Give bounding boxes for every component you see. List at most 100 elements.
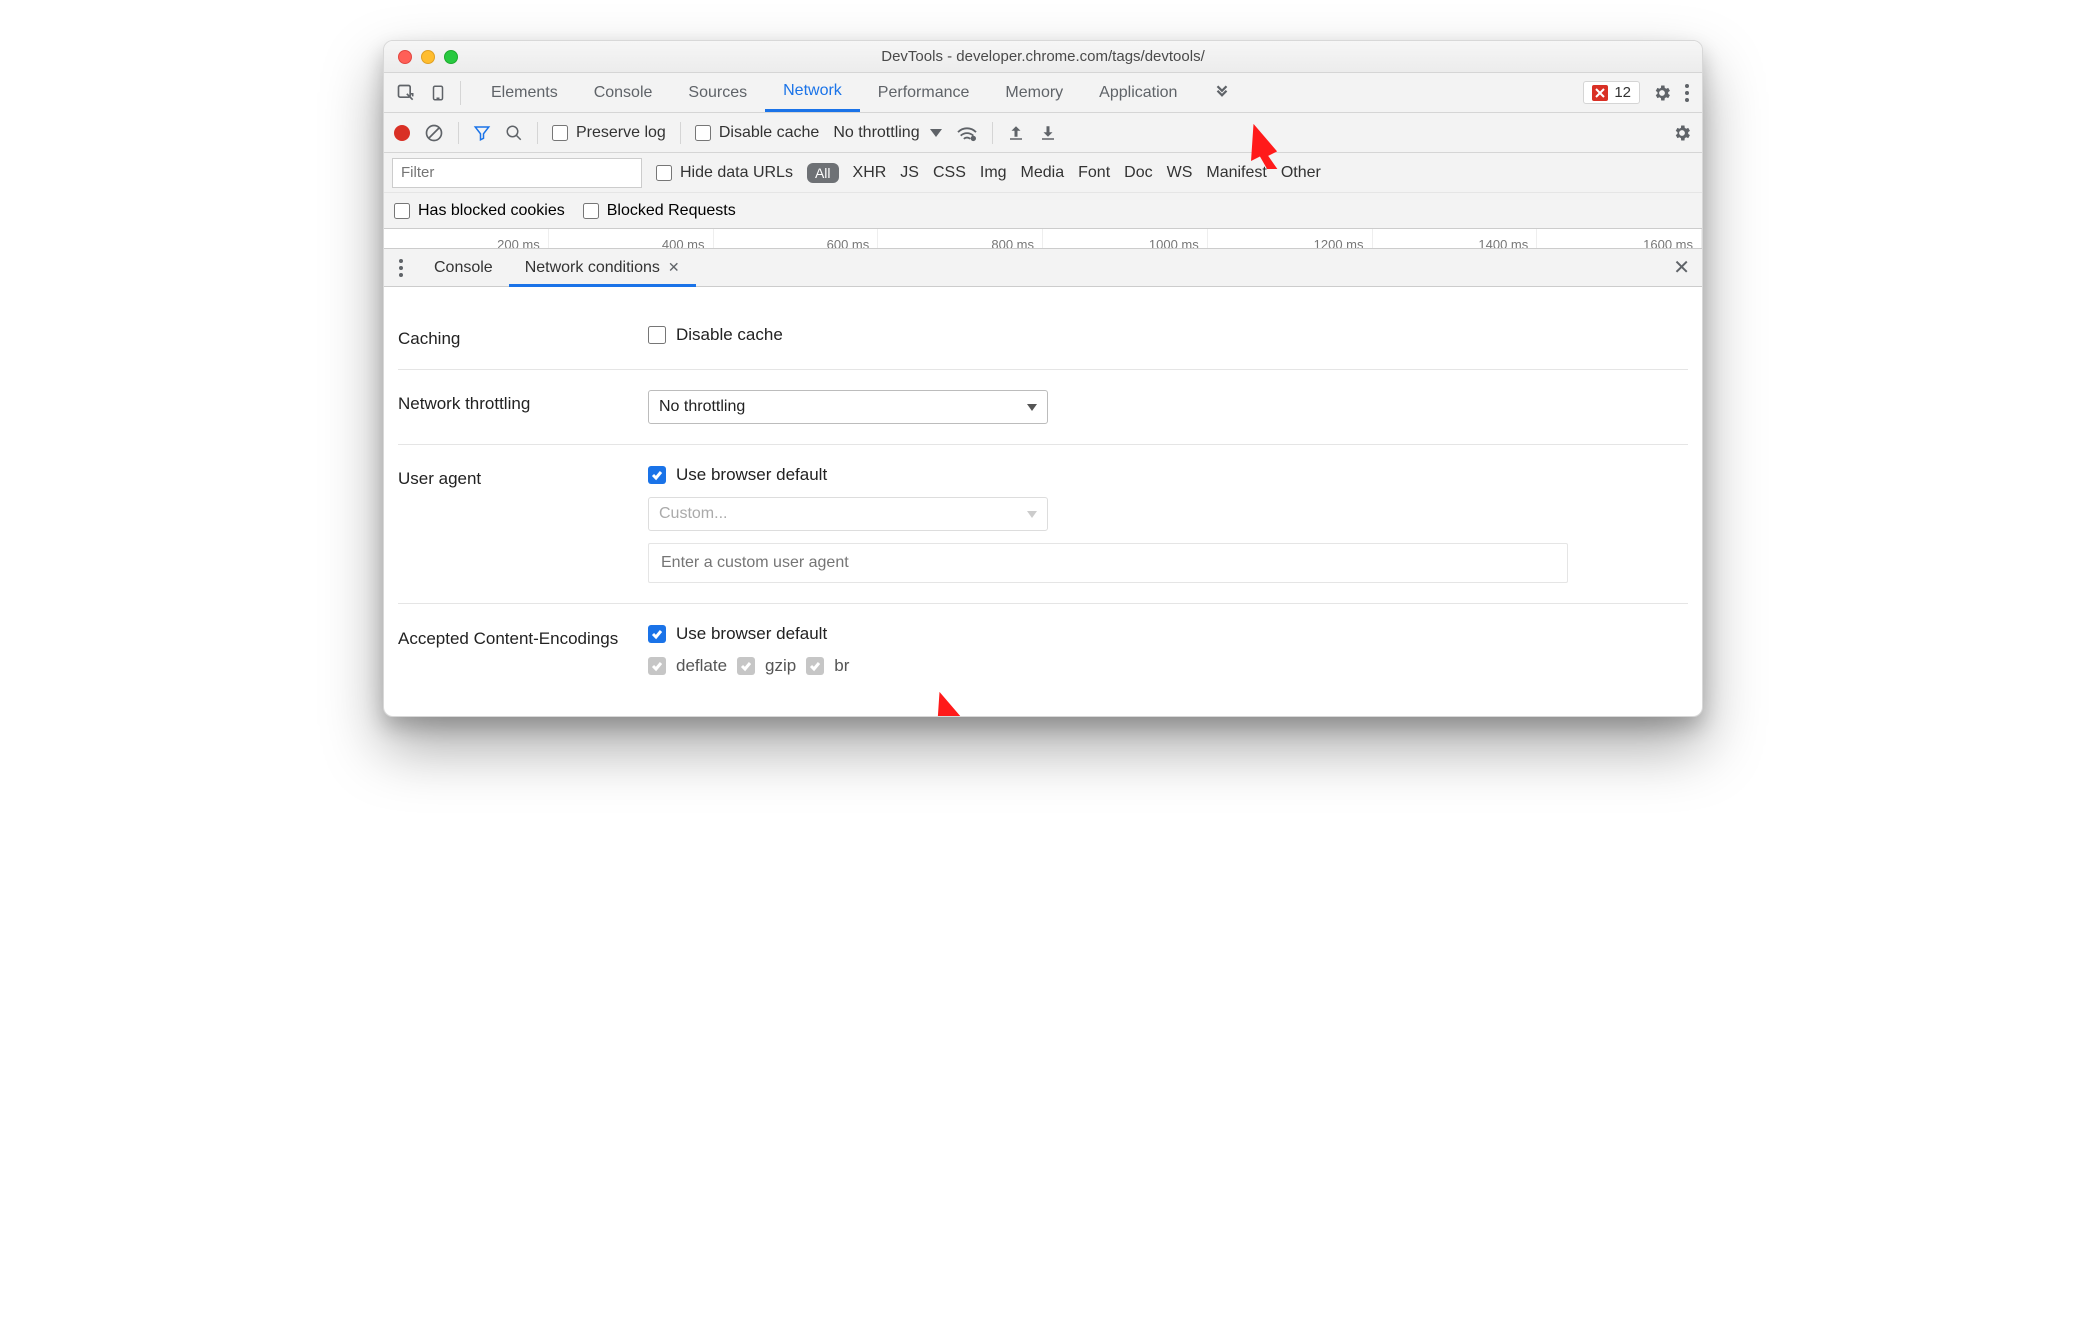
throttling-select[interactable]: No throttling [648, 390, 1048, 424]
ua-use-default[interactable]: Use browser default [648, 465, 1688, 485]
filter-type-font[interactable]: Font [1078, 164, 1110, 182]
separator [680, 122, 681, 144]
tab-overflow-icon[interactable] [1195, 73, 1249, 112]
preserve-log-label: Preserve log [576, 124, 666, 142]
drawer-tab-network-conditions[interactable]: Network conditions ✕ [509, 249, 696, 286]
throttling-value: No throttling [833, 124, 919, 142]
separator [460, 81, 461, 105]
tab-application[interactable]: Application [1081, 73, 1195, 112]
filter-type-media[interactable]: Media [1021, 164, 1065, 182]
separator [992, 122, 993, 144]
ua-custom-placeholder: Custom... [659, 505, 727, 523]
dropdown-triangle-icon [1027, 404, 1037, 411]
timeline-tick: 600 ms [714, 229, 879, 248]
filter-input[interactable] [392, 158, 642, 188]
hide-data-urls-label: Hide data URLs [680, 164, 793, 182]
blocked-cookies-label: Has blocked cookies [418, 202, 565, 220]
timeline-ruler[interactable]: 200 ms 400 ms 600 ms 800 ms 1000 ms 1200… [384, 229, 1702, 249]
disable-cache-text: Disable cache [676, 325, 783, 345]
encoding-gzip-label: gzip [765, 656, 796, 676]
drawer-menu-icon[interactable] [384, 249, 418, 286]
hide-data-urls-checkbox[interactable]: Hide data URLs [656, 164, 793, 182]
tab-performance[interactable]: Performance [860, 73, 988, 112]
throttling-select-value: No throttling [659, 398, 745, 416]
blocked-requests-label: Blocked Requests [607, 202, 736, 220]
caching-label: Caching [398, 325, 648, 349]
user-agent-label: User agent [398, 465, 648, 583]
filter-row: Hide data URLs All XHR JS CSS Img Media … [384, 153, 1702, 193]
encodings-use-default[interactable]: Use browser default [648, 624, 1688, 644]
preserve-log-input[interactable] [552, 125, 568, 141]
main-tabstrip: Elements Console Sources Network Perform… [384, 73, 1702, 113]
timeline-tick: 400 ms [549, 229, 714, 248]
encoding-gzip-checkbox [737, 657, 755, 675]
search-icon[interactable] [505, 124, 523, 142]
settings-gear-icon[interactable] [1652, 83, 1672, 103]
checkbox-checked-icon[interactable] [648, 625, 666, 643]
timeline-tick: 1400 ms [1373, 229, 1538, 248]
timeline-tick: 1600 ms [1537, 229, 1702, 248]
hide-data-urls-input[interactable] [656, 165, 672, 181]
upload-har-icon[interactable] [1007, 124, 1025, 142]
filter-type-xhr[interactable]: XHR [853, 164, 887, 182]
disable-cache-checkbox-input[interactable] [648, 326, 666, 344]
filter-type-manifest[interactable]: Manifest [1206, 164, 1266, 182]
section-encodings: Accepted Content-Encodings Use browser d… [398, 604, 1688, 682]
filter-type-doc[interactable]: Doc [1124, 164, 1152, 182]
section-throttling: Network throttling No throttling [398, 370, 1688, 445]
devtools-window: DevTools - developer.chrome.com/tags/dev… [383, 40, 1703, 717]
timeline-tick: 800 ms [878, 229, 1043, 248]
disable-cache-checkbox[interactable]: Disable cache [695, 124, 820, 142]
filter-type-img[interactable]: Img [980, 164, 1007, 182]
has-blocked-cookies-input[interactable] [394, 203, 410, 219]
close-drawer-icon[interactable]: ✕ [1673, 255, 1690, 280]
disable-cache-setting[interactable]: Disable cache [648, 325, 1688, 345]
encodings-use-default-text: Use browser default [676, 624, 827, 644]
disable-cache-toolbar-input[interactable] [695, 125, 711, 141]
disable-cache-label: Disable cache [719, 124, 820, 142]
drawer-tab-console[interactable]: Console [418, 249, 509, 286]
drawer-tabstrip: Console Network conditions ✕ ✕ [384, 249, 1702, 287]
device-toolbar-icon[interactable] [424, 73, 452, 112]
errors-badge[interactable]: 12 [1583, 81, 1640, 104]
error-icon [1592, 85, 1608, 101]
network-conditions-icon[interactable] [956, 124, 978, 142]
inspect-element-icon[interactable] [392, 73, 420, 112]
dropdown-triangle-icon [1027, 511, 1037, 518]
throttling-dropdown[interactable]: No throttling [833, 124, 941, 142]
encoding-deflate-checkbox [648, 657, 666, 675]
network-settings-gear-icon[interactable] [1672, 123, 1692, 143]
error-count: 12 [1614, 84, 1631, 101]
tab-elements[interactable]: Elements [473, 73, 576, 112]
filter-type-js[interactable]: JS [900, 164, 919, 182]
filter-type-other[interactable]: Other [1281, 164, 1321, 182]
ua-use-default-text: Use browser default [676, 465, 827, 485]
dropdown-triangle-icon [930, 129, 942, 137]
clear-icon[interactable] [424, 123, 444, 143]
blocked-requests-checkbox[interactable]: Blocked Requests [583, 202, 736, 220]
timeline-tick: 200 ms [384, 229, 549, 248]
filter-funnel-icon[interactable] [473, 124, 491, 142]
drawer-tab-netcond-label: Network conditions [525, 259, 660, 277]
has-blocked-cookies-checkbox[interactable]: Has blocked cookies [394, 202, 565, 220]
preserve-log-checkbox[interactable]: Preserve log [552, 124, 666, 142]
ua-custom-input [648, 543, 1568, 583]
record-button[interactable] [394, 125, 410, 141]
filter-all-pill[interactable]: All [807, 163, 839, 183]
tab-console[interactable]: Console [576, 73, 671, 112]
blocked-requests-input[interactable] [583, 203, 599, 219]
filter-type-css[interactable]: CSS [933, 164, 966, 182]
throttling-label: Network throttling [398, 390, 648, 424]
tab-memory[interactable]: Memory [987, 73, 1081, 112]
separator [537, 122, 538, 144]
tab-network[interactable]: Network [765, 73, 860, 112]
extra-filters-row: Has blocked cookies Blocked Requests [384, 193, 1702, 229]
checkbox-checked-icon[interactable] [648, 466, 666, 484]
window-title: DevTools - developer.chrome.com/tags/dev… [384, 48, 1702, 65]
tab-sources[interactable]: Sources [670, 73, 765, 112]
download-har-icon[interactable] [1039, 124, 1057, 142]
more-menu-icon[interactable] [1684, 83, 1690, 103]
close-tab-icon[interactable]: ✕ [668, 259, 680, 276]
section-caching: Caching Disable cache [398, 305, 1688, 370]
filter-type-ws[interactable]: WS [1167, 164, 1193, 182]
